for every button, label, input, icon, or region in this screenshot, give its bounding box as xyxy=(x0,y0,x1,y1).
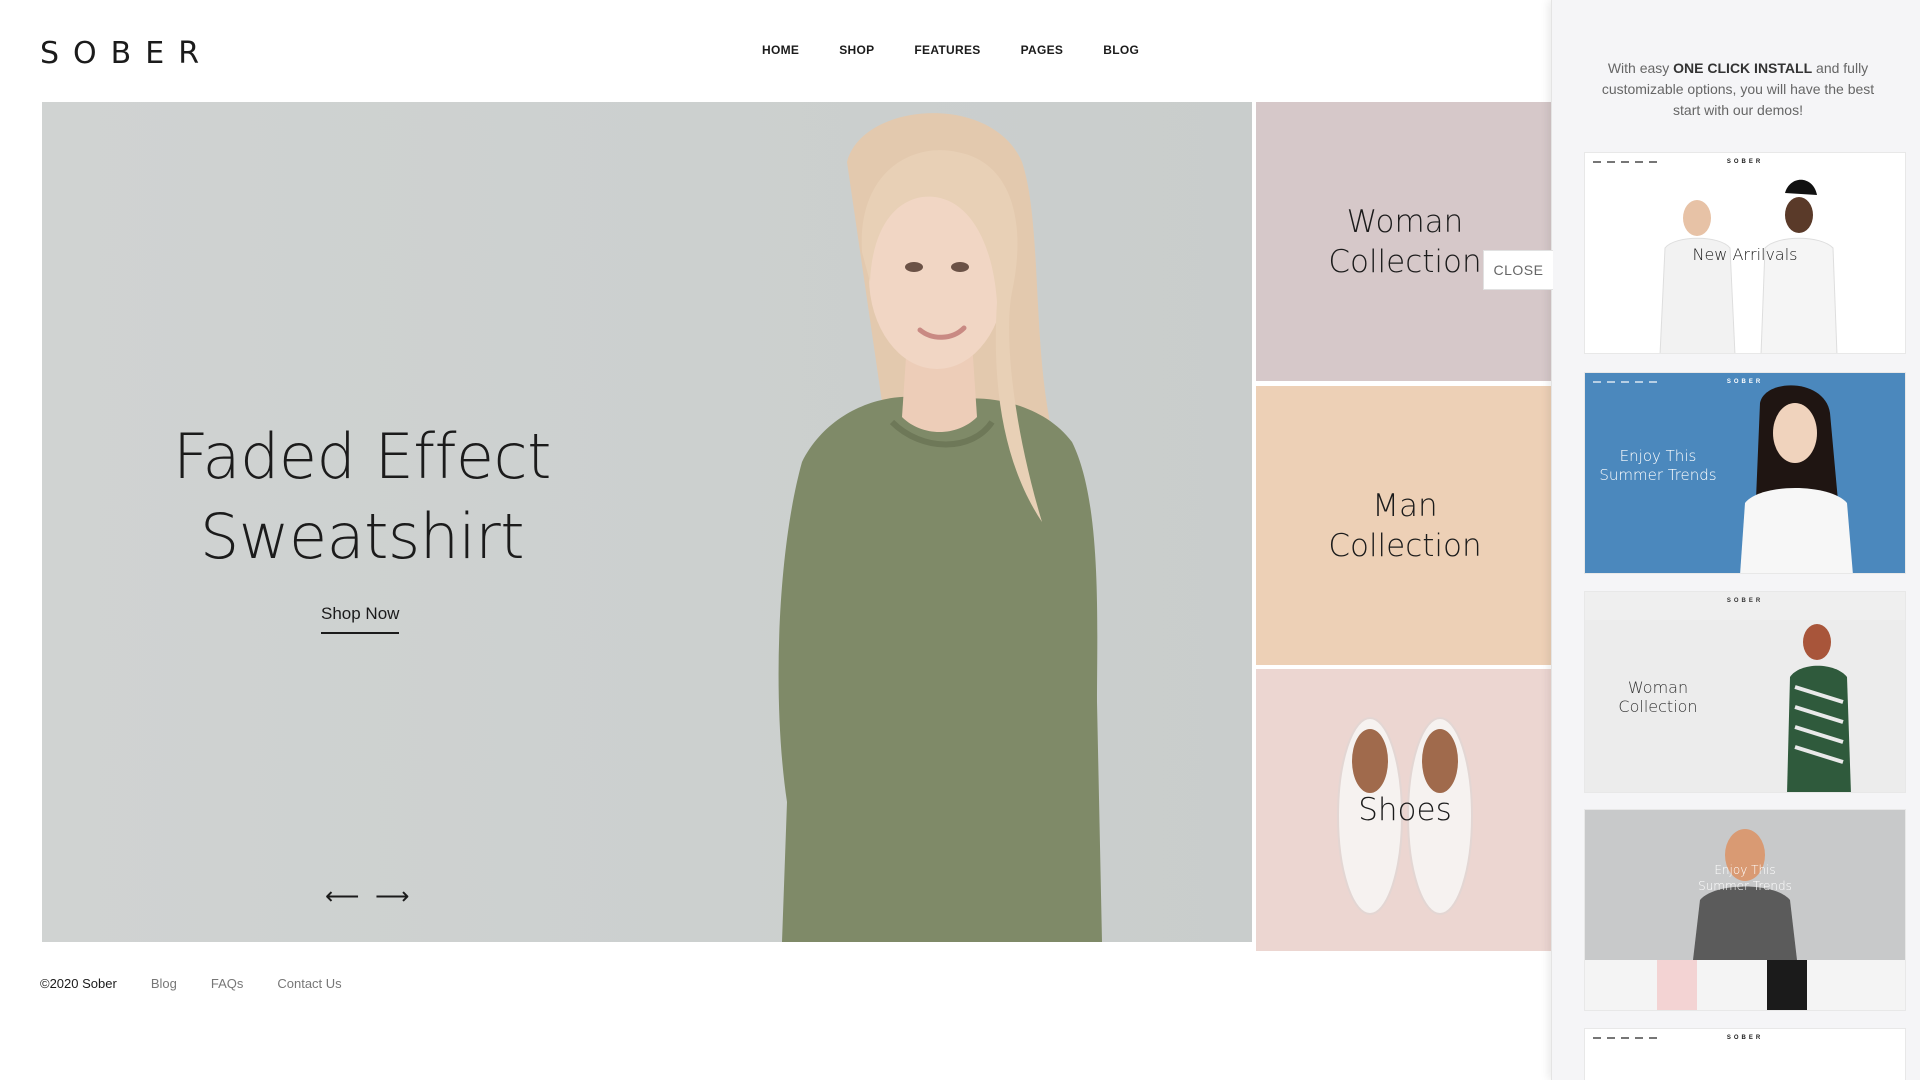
panel-intro-text: With easy ONE CLICK INSTALL and fully cu… xyxy=(1601,60,1875,118)
site-logo[interactable]: SOBER xyxy=(40,36,213,71)
demo-thumbnail-summer-grey[interactable]: Enjoy This Summer Trends xyxy=(1584,809,1906,1011)
hero-title: Faded Effect Sweatshirt xyxy=(142,417,582,577)
nav-item-features[interactable]: FEATURES xyxy=(914,43,980,57)
hero-title-line2: Sweatshirt xyxy=(199,500,525,573)
shop-now-button[interactable]: Shop Now xyxy=(321,604,400,634)
tile-man-collection[interactable]: Man Collection xyxy=(1256,386,1554,665)
hero-title-line1: Faded Effect xyxy=(173,420,551,493)
nav-item-shop[interactable]: SHOP xyxy=(839,43,874,57)
footer-link-contact[interactable]: Contact Us xyxy=(277,976,341,991)
tile-woman-collection[interactable]: Woman Collection xyxy=(1256,102,1554,381)
footer-link-blog[interactable]: Blog xyxy=(151,976,177,991)
demo1-title: New Arrilvals xyxy=(1692,245,1798,264)
tile-man-label: Man Collection xyxy=(1328,486,1481,566)
hero-model-image xyxy=(778,113,1102,942)
tile-woman-line2: Collection xyxy=(1328,243,1482,280)
footer: ©2020 Sober Blog FAQs Contact Us xyxy=(40,976,342,991)
hero-slider: Faded Effect Sweatshirt Shop Now ⟵ ⟶ xyxy=(42,102,1252,942)
demo-thumbnail-summer-blue[interactable]: SOBER Enjoy This Summer Trends xyxy=(1584,372,1906,574)
demo-panel: With easy ONE CLICK INSTALL and fully cu… xyxy=(1551,0,1920,1080)
demo2-title: Enjoy This Summer Trends xyxy=(1599,447,1717,484)
nav-item-home[interactable]: HOME xyxy=(762,43,799,57)
main-nav: HOME SHOP FEATURES PAGES BLOG xyxy=(762,43,1139,57)
demo4-title: Enjoy This Summer Trends xyxy=(1698,863,1792,893)
demo-thumbnail-woman-collection[interactable]: SOBER Woman Collection xyxy=(1584,591,1906,793)
demo-thumbnail-new-arrivals[interactable]: SOBER New Arrilvals xyxy=(1584,152,1906,354)
nav-item-blog[interactable]: BLOG xyxy=(1103,43,1139,57)
nav-item-pages[interactable]: PAGES xyxy=(1021,43,1064,57)
demo3-title: Woman Collection xyxy=(1618,678,1698,716)
tile-shoes[interactable]: Shoes xyxy=(1256,669,1554,951)
tile-woman-label: Woman Collection xyxy=(1328,202,1481,282)
footer-link-faqs[interactable]: FAQs xyxy=(211,976,244,991)
demo-thumbnail-more[interactable]: SOBER xyxy=(1584,1028,1906,1080)
demo-mini-logo: SOBER xyxy=(1726,1035,1764,1041)
tile-shoes-label: Shoes xyxy=(1358,792,1452,828)
tile-woman-line1: Woman xyxy=(1346,203,1464,240)
close-panel-button[interactable]: CLOSE xyxy=(1483,250,1553,290)
footer-copyright: ©2020 Sober xyxy=(40,976,117,991)
tile-man-line1: Man xyxy=(1372,487,1438,524)
arrow-right-icon[interactable]: ⟶ xyxy=(375,882,409,911)
demo-model-image xyxy=(1585,829,1905,1010)
tile-man-line2: Collection xyxy=(1328,527,1482,564)
arrow-left-icon[interactable]: ⟵ xyxy=(325,882,359,911)
